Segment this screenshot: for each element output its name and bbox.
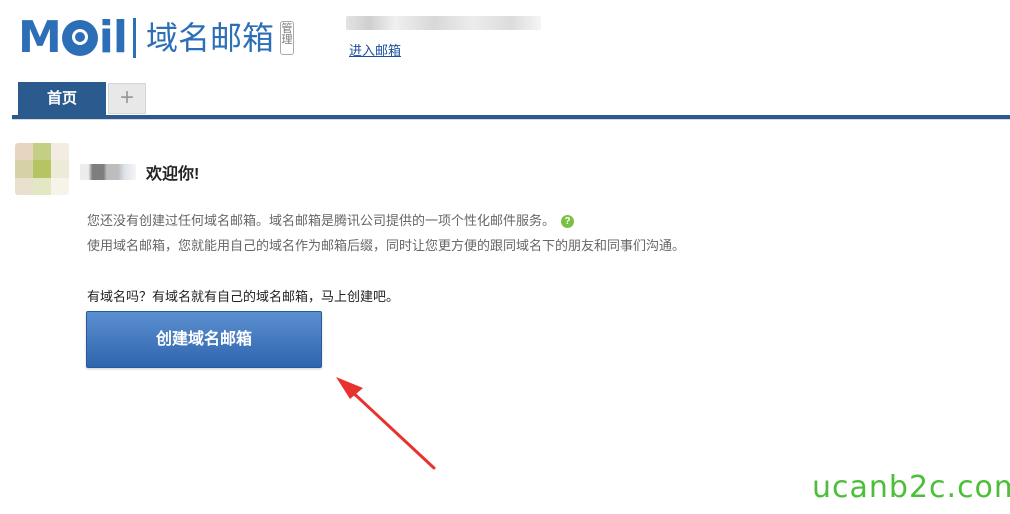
- description-line-1: 您还没有创建过任何域名邮箱。域名邮箱是腾讯公司提供的一项个性化邮件服务。?: [87, 210, 575, 229]
- logo: Mil 域名邮箱 管理: [18, 14, 294, 62]
- tab-bar-divider: [12, 119, 1010, 120]
- tab-home[interactable]: 首页: [18, 82, 106, 115]
- avatar: [15, 143, 69, 195]
- logo-o-icon: [61, 20, 98, 56]
- create-domain-mailbox-button[interactable]: 创建域名邮箱: [86, 311, 322, 368]
- avatar-pixel: [33, 160, 51, 178]
- annotation-arrow-icon: [336, 377, 436, 470]
- description-text-1: 您还没有创建过任何域名邮箱。域名邮箱是腾讯公司提供的一项个性化邮件服务。: [87, 213, 556, 228]
- avatar-pixel: [51, 177, 69, 195]
- add-tab-button[interactable]: +: [108, 83, 146, 114]
- avatar-pixel: [33, 177, 51, 195]
- logo-title: 域名邮箱: [145, 19, 274, 57]
- user-name-redacted: [80, 164, 136, 180]
- watermark: ucanb2c.com: [812, 470, 1010, 505]
- avatar-pixel: [51, 143, 69, 161]
- help-icon[interactable]: ?: [561, 215, 575, 228]
- avatar-pixel: [33, 143, 51, 161]
- logo-mail-mark: Mil: [18, 12, 128, 63]
- manage-badge: 管理: [279, 21, 294, 55]
- avatar-pixel: [15, 143, 33, 161]
- create-prompt: 有域名吗？有域名就有自己的域名邮箱，马上创建吧。: [87, 289, 400, 304]
- description-line-2: 使用域名邮箱，您就能用自己的域名作为邮箱后缀，同时让您更方便的跟同域名下的朋友和…: [87, 238, 686, 253]
- enter-mailbox-link[interactable]: 进入邮箱: [349, 40, 401, 59]
- logo-divider: [132, 18, 136, 58]
- user-account-redacted: [346, 16, 541, 30]
- welcome-greeting: 欢迎你!: [146, 166, 200, 183]
- avatar-pixel: [15, 160, 33, 178]
- avatar-pixel: [51, 160, 69, 178]
- avatar-pixel: [15, 177, 33, 195]
